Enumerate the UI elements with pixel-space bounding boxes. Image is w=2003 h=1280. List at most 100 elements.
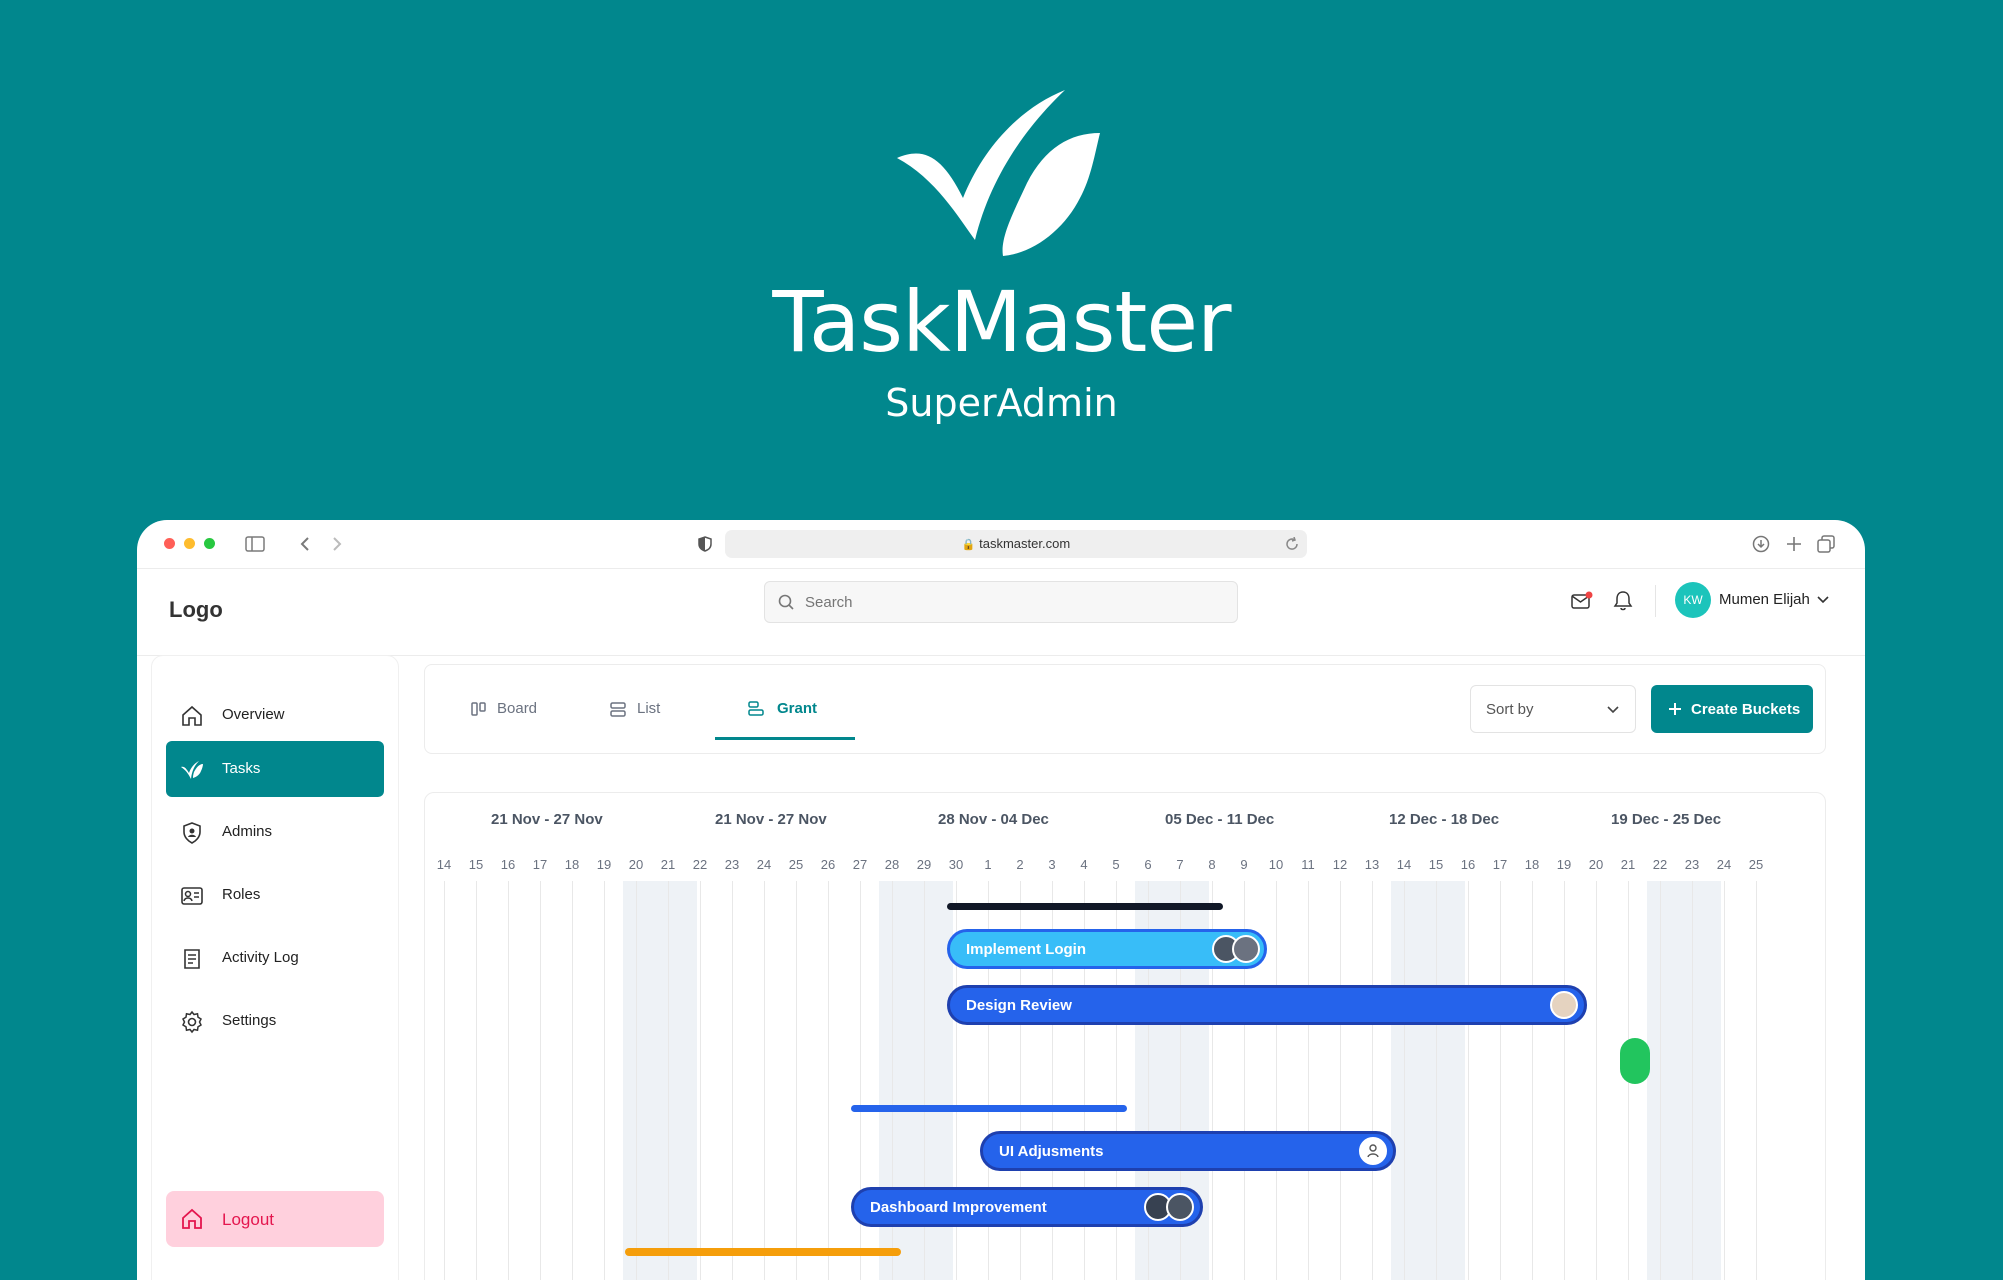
task-bar-implement-login[interactable]: Implement Login bbox=[947, 929, 1267, 969]
assignee-avatar[interactable] bbox=[1232, 935, 1260, 963]
grid-line bbox=[1724, 881, 1725, 1280]
grid-line bbox=[1468, 881, 1469, 1280]
day-label: 9 bbox=[1240, 857, 1248, 872]
day-label: 20 bbox=[1588, 857, 1604, 872]
day-label: 30 bbox=[948, 857, 964, 872]
create-buckets-button[interactable]: Create Buckets bbox=[1651, 685, 1813, 733]
maximize-window-button[interactable] bbox=[204, 538, 215, 549]
sort-by-select[interactable]: Sort by bbox=[1470, 685, 1636, 733]
notification-bell-icon[interactable] bbox=[1613, 590, 1633, 612]
summary-bar-blue[interactable] bbox=[851, 1105, 1127, 1112]
day-label: 21 bbox=[1620, 857, 1636, 872]
close-window-button[interactable] bbox=[164, 538, 175, 549]
day-label: 12 bbox=[1332, 857, 1348, 872]
grid-line bbox=[1692, 881, 1693, 1280]
day-label: 6 bbox=[1144, 857, 1152, 872]
sidebar-toggle-icon[interactable] bbox=[245, 536, 265, 552]
grid-line bbox=[476, 881, 477, 1280]
task-label: Design Review bbox=[966, 997, 1072, 1014]
grid-line bbox=[1500, 881, 1501, 1280]
grid-line bbox=[1532, 881, 1533, 1280]
search-box[interactable] bbox=[764, 581, 1238, 623]
user-icon bbox=[1367, 1144, 1379, 1158]
sort-by-label: Sort by bbox=[1486, 701, 1534, 718]
task-bar-ui-adjustments[interactable]: UI Adjusments bbox=[980, 1131, 1396, 1171]
address-bar[interactable]: 🔒 taskmaster.com bbox=[725, 530, 1307, 558]
weekend-shade bbox=[623, 881, 697, 1280]
weekend-shade bbox=[1391, 881, 1465, 1280]
sidebar-item-settings[interactable]: Settings bbox=[166, 993, 384, 1049]
sidebar: Overview Tasks Admins Roles Activity Log… bbox=[151, 655, 399, 1280]
tab-label: Board bbox=[497, 700, 538, 717]
grid-line bbox=[572, 881, 573, 1280]
logout-button[interactable]: Logout bbox=[166, 1191, 384, 1247]
day-label: 15 bbox=[1428, 857, 1444, 872]
sidebar-item-activity-log[interactable]: Activity Log bbox=[166, 930, 384, 986]
grid-line bbox=[1404, 881, 1405, 1280]
sidebar-item-admins[interactable]: Admins bbox=[166, 804, 384, 860]
back-arrow-icon[interactable] bbox=[299, 536, 311, 552]
roles-icon bbox=[181, 887, 203, 905]
day-label: 25 bbox=[788, 857, 804, 872]
summary-bar-dark[interactable] bbox=[947, 903, 1223, 910]
week-header: 21 Nov - 27 Nov bbox=[491, 811, 603, 828]
tasks-logo-icon bbox=[181, 761, 203, 779]
summary-bar-orange[interactable] bbox=[625, 1248, 901, 1256]
sidebar-item-label: Admins bbox=[222, 823, 273, 840]
shield-icon[interactable] bbox=[698, 536, 712, 552]
download-icon[interactable] bbox=[1752, 535, 1770, 553]
list-icon bbox=[610, 702, 626, 717]
task-bar-design-review[interactable]: Design Review bbox=[947, 985, 1587, 1025]
day-label: 17 bbox=[1492, 857, 1508, 872]
gantt-icon bbox=[748, 701, 764, 716]
plus-icon bbox=[1669, 703, 1681, 715]
milestone-marker[interactable] bbox=[1620, 1038, 1650, 1084]
assignee-avatar[interactable] bbox=[1550, 991, 1578, 1019]
sidebar-item-roles[interactable]: Roles bbox=[166, 867, 384, 923]
sidebar-item-overview[interactable]: Overview bbox=[166, 687, 384, 743]
day-label: 29 bbox=[916, 857, 932, 872]
day-label: 7 bbox=[1176, 857, 1184, 872]
day-label: 25 bbox=[1748, 857, 1764, 872]
create-buckets-label: Create Buckets bbox=[1691, 701, 1801, 718]
new-tab-icon[interactable] bbox=[1785, 535, 1803, 553]
browser-toolbar: 🔒 taskmaster.com bbox=[137, 520, 1865, 569]
active-tab-indicator bbox=[715, 737, 855, 740]
grid-line bbox=[508, 881, 509, 1280]
task-bar-dashboard-improvement[interactable]: Dashboard Improvement bbox=[851, 1187, 1203, 1227]
mail-icon[interactable] bbox=[1571, 591, 1593, 611]
grid-line bbox=[1596, 881, 1597, 1280]
chevron-down-icon[interactable] bbox=[1817, 595, 1829, 605]
board-icon bbox=[471, 702, 486, 716]
user-avatar[interactable]: KW bbox=[1675, 582, 1711, 618]
day-label: 16 bbox=[500, 857, 516, 872]
weekend-shade bbox=[1647, 881, 1721, 1280]
grid-line bbox=[1372, 881, 1373, 1280]
day-label: 27 bbox=[852, 857, 868, 872]
task-label: UI Adjusments bbox=[999, 1143, 1104, 1160]
sidebar-item-label: Settings bbox=[222, 1012, 277, 1029]
sidebar-item-tasks[interactable]: Tasks bbox=[166, 741, 384, 797]
assignee-avatar[interactable] bbox=[1359, 1137, 1387, 1165]
day-label: 21 bbox=[660, 857, 676, 872]
reload-icon[interactable] bbox=[1285, 537, 1299, 551]
day-label: 28 bbox=[884, 857, 900, 872]
week-header: 05 Dec - 11 Dec bbox=[1165, 811, 1275, 828]
forward-arrow-icon[interactable] bbox=[331, 536, 343, 552]
app-logo[interactable]: Logo bbox=[169, 597, 223, 623]
taskmaster-logo-icon bbox=[897, 90, 1100, 256]
assignee-avatar[interactable] bbox=[1166, 1193, 1194, 1221]
user-name[interactable]: Mumen Elijah bbox=[1719, 591, 1810, 608]
grid-line bbox=[732, 881, 733, 1280]
tabs-overview-icon[interactable] bbox=[1817, 535, 1835, 553]
grid-line bbox=[1756, 881, 1757, 1280]
admin-shield-icon bbox=[183, 822, 201, 844]
day-label: 16 bbox=[1460, 857, 1476, 872]
search-input[interactable] bbox=[803, 582, 1227, 622]
minimize-window-button[interactable] bbox=[184, 538, 195, 549]
day-label: 18 bbox=[564, 857, 580, 872]
grid-line bbox=[604, 881, 605, 1280]
grid-line bbox=[1276, 881, 1277, 1280]
tab-label: List bbox=[637, 700, 661, 717]
grid-line bbox=[668, 881, 669, 1280]
